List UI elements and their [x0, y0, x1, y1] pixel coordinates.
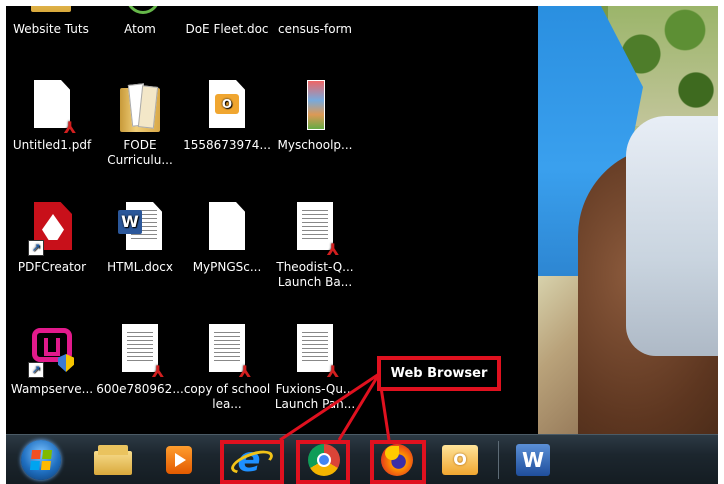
desktop-icon-myschoolp[interactable]: Myschoolp...: [270, 80, 360, 153]
icon-label: FODE Curriculu...: [107, 138, 173, 167]
callout-label: Web Browser: [390, 366, 488, 381]
start-button[interactable]: [14, 439, 68, 481]
windows-start-icon: [21, 440, 61, 480]
desktop-icon-website-tuts[interactable]: Website Tuts: [6, 6, 96, 37]
pdfcreator-icon: ↗: [28, 202, 76, 256]
icon-label: HTML.docx: [107, 260, 173, 274]
icon-label: Fuxions-Qu... Launch Pan...: [274, 382, 356, 411]
screenshot-frame: Website Tuts Atom DoE Fleet.doc census-f…: [6, 6, 718, 484]
desktop: Website Tuts Atom DoE Fleet.doc census-f…: [6, 6, 718, 484]
highlight-chrome: [296, 440, 350, 484]
image-file-icon: [291, 80, 339, 134]
pdf-icon: ⅄: [116, 324, 164, 380]
taskbar-media-player[interactable]: [152, 439, 206, 481]
taskbar-file-explorer[interactable]: [86, 439, 140, 481]
folder-icon: [27, 6, 75, 18]
icon-label: MyPNGSc...: [192, 260, 262, 274]
outlook-file-icon: O: [203, 80, 251, 134]
outlook-icon: O: [442, 445, 478, 475]
icon-label: Website Tuts: [13, 22, 89, 36]
desktop-icon-theodist[interactable]: ⅄ Theodist-Q... Launch Ba...: [270, 202, 360, 290]
icon-label: Theodist-Q... Launch Ba...: [276, 260, 354, 289]
taskbar: e O W: [6, 434, 718, 484]
word-icon: W: [516, 444, 550, 476]
document-icon: [291, 6, 339, 18]
word-doc-icon: W: [116, 202, 164, 256]
desktop-icon-wampserver[interactable]: ↗ Wampserve...: [7, 324, 97, 397]
atom-icon: [116, 6, 164, 18]
icon-label: copy of school lea...: [183, 382, 271, 411]
wallpaper-photo: [538, 6, 718, 434]
desktop-icon-doe-fleet[interactable]: DoE Fleet.doc: [182, 6, 272, 37]
taskbar-outlook[interactable]: O: [433, 439, 487, 481]
desktop-icon-mypngsc[interactable]: MyPNGSc...: [182, 202, 272, 275]
icon-label: 600e780962...: [96, 382, 184, 396]
pdf-icon: ⅄: [291, 202, 339, 258]
icon-label: Wampserve...: [10, 382, 94, 396]
desktop-icon-untitled1-pdf[interactable]: ⅄ Untitled1.pdf: [7, 80, 97, 153]
desktop-icon-census-form[interactable]: census-form: [270, 6, 360, 37]
wampserver-icon: ↗: [28, 324, 76, 378]
desktop-icon-600e780962[interactable]: ⅄ 600e780962...: [95, 324, 185, 397]
pdf-icon: ⅄: [291, 324, 339, 380]
highlight-firefox: [370, 440, 426, 484]
pdf-icon: ⅄: [203, 324, 251, 380]
icon-label: Atom: [124, 22, 156, 36]
desktop-icon-copy-of-school[interactable]: ⅄ copy of school lea...: [182, 324, 272, 412]
desktop-icon-fode-curriculum[interactable]: FODE Curriculu...: [95, 80, 185, 168]
folder-library-icon: [94, 445, 132, 475]
highlight-internet-explorer: [220, 440, 284, 484]
pdf-icon: ⅄: [28, 80, 76, 136]
icon-label: PDFCreator: [17, 260, 87, 274]
icon-label: Myschoolp...: [277, 138, 353, 152]
icon-label: 1558673974...: [183, 138, 271, 152]
word-doc-icon: [203, 6, 251, 18]
web-browser-callout: Web Browser: [377, 356, 501, 391]
desktop-icon-html-docx[interactable]: W HTML.docx: [95, 202, 185, 275]
desktop-icon-atom[interactable]: Atom: [95, 6, 185, 37]
icon-label: DoE Fleet.doc: [185, 22, 269, 36]
blank-file-icon: [203, 202, 251, 256]
folder-icon: [116, 80, 164, 134]
media-player-icon: [166, 446, 192, 474]
desktop-icon-pdfcreator[interactable]: ↗ PDFCreator: [7, 202, 97, 275]
icon-label: census-form: [277, 22, 352, 36]
desktop-icon-fuxions[interactable]: ⅄ Fuxions-Qu... Launch Pan...: [270, 324, 360, 412]
taskbar-word[interactable]: W: [506, 439, 560, 481]
taskbar-separator: [498, 441, 499, 479]
wallpaper-shirt: [626, 116, 718, 356]
icon-label: Untitled1.pdf: [12, 138, 92, 152]
desktop-icon-1558673974[interactable]: O 1558673974...: [182, 80, 272, 153]
